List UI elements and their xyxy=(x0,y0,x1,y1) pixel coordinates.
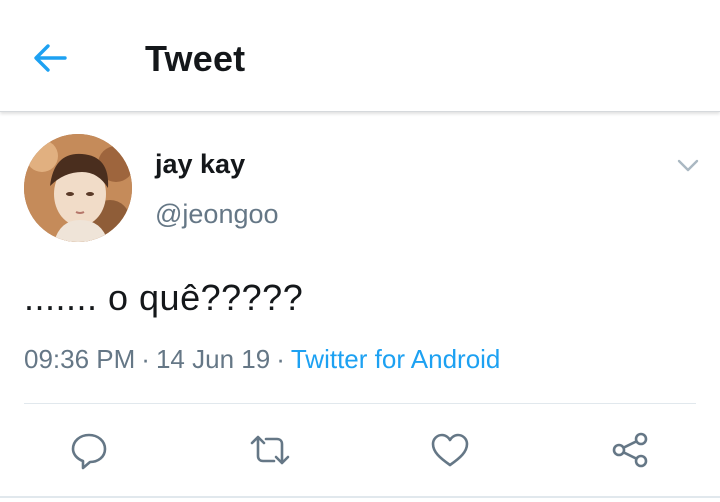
tweet-source-link[interactable]: Twitter for Android xyxy=(291,344,501,374)
tweet-text: ....... o quê????? xyxy=(24,277,304,318)
tweet-metadata: 09:36 PM · 14 Jun 19 · Twitter for Android xyxy=(24,342,500,376)
author-handle[interactable]: @jeongoo xyxy=(155,198,279,230)
tweet-options-button[interactable] xyxy=(672,150,704,182)
share-button[interactable] xyxy=(608,428,652,472)
tweet-time: 09:36 PM xyxy=(24,344,136,374)
chevron-down-icon xyxy=(677,159,699,172)
avatar-image xyxy=(24,134,132,242)
tweet-actions-bar xyxy=(0,420,720,480)
avatar[interactable] xyxy=(24,134,132,242)
back-button[interactable] xyxy=(30,38,70,78)
back-arrow-icon xyxy=(34,44,67,72)
heart-icon xyxy=(431,433,469,467)
share-icon xyxy=(612,432,648,468)
top-app-bar: Tweet xyxy=(0,0,720,112)
retweet-button[interactable] xyxy=(248,428,292,472)
meta-separator: · xyxy=(141,344,150,374)
like-button[interactable] xyxy=(428,428,472,472)
meta-separator: · xyxy=(276,344,285,374)
page-title: Tweet xyxy=(145,38,246,79)
retweet-icon xyxy=(250,435,290,465)
divider xyxy=(24,403,696,404)
reply-icon xyxy=(71,433,107,470)
reply-button[interactable] xyxy=(67,428,111,472)
tweet-date: 14 Jun 19 xyxy=(155,344,271,374)
author-display-name[interactable]: jay kay xyxy=(155,148,245,180)
bottom-divider xyxy=(0,496,720,498)
